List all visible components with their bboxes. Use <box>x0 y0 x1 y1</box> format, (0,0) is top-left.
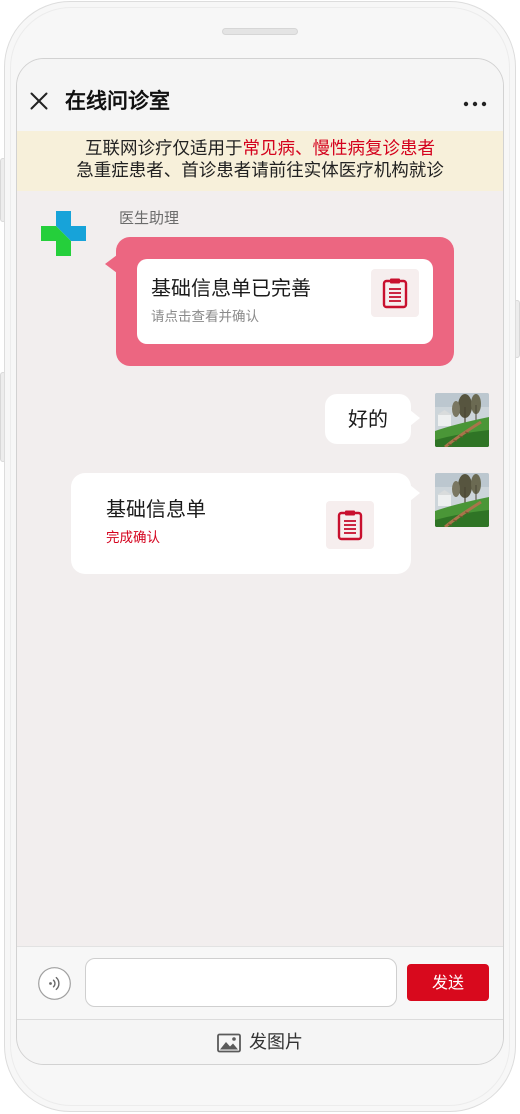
notice-banner: 互联网诊疗仅适用于常见病、慢性病复诊患者 急重症患者、首诊患者请前往实体医疗机构… <box>17 131 503 191</box>
notice-line-2: 急重症患者、首诊患者请前往实体医疗机构就诊 <box>76 161 444 181</box>
document-icon <box>371 269 419 317</box>
card-title: 基础信息单已完善 <box>151 276 311 300</box>
top-nav-bar: 在线问诊室 <box>17 59 503 131</box>
phone-screen: 在线问诊室 互联网诊疗仅适用于常见病、慢性病复诊患者 急重症患者、首诊患者请前往… <box>16 58 504 1065</box>
send-image-label: 发图片 <box>249 1032 303 1053</box>
send-button[interactable]: 发送 <box>407 964 489 1001</box>
medical-cross-logo-icon <box>41 211 86 256</box>
document-icon <box>326 501 374 549</box>
user-reply-bubble: 好的 <box>325 394 420 444</box>
sender-name: 医生助理 <box>119 209 180 227</box>
chat-area[interactable]: 医生助理 基础信息单已完善 请点击查看并确认 好的 基础信息单 完成确认 <box>17 191 503 946</box>
message-input[interactable] <box>85 958 397 1007</box>
card-subtitle: 请点击查看并确认 <box>151 309 259 325</box>
phone-speaker <box>222 28 298 35</box>
info-form-card[interactable]: 基础信息单已完善 请点击查看并确认 <box>137 259 433 344</box>
user-avatar-photo-icon[interactable] <box>435 393 489 447</box>
assistant-message-bubble[interactable]: 基础信息单已完善 请点击查看并确认 <box>105 237 454 366</box>
notice-highlight: 常见病、慢性病复诊患者 <box>242 139 436 159</box>
notice-line-1: 互联网诊疗仅适用于常见病、慢性病复诊患者 <box>17 138 503 160</box>
user-form-card[interactable]: 基础信息单 完成确认 <box>71 473 420 574</box>
image-icon <box>217 1033 241 1053</box>
card-title: 基础信息单 <box>106 497 206 521</box>
more-options-icon[interactable] <box>463 95 487 107</box>
close-icon[interactable] <box>29 91 49 111</box>
page-title: 在线问诊室 <box>65 89 170 113</box>
send-image-button[interactable]: 发图片 <box>17 1019 503 1064</box>
message-composer: 发送 <box>17 946 503 1019</box>
notice-text: 互联网诊疗仅适用于 <box>85 139 243 159</box>
card-status: 完成确认 <box>106 530 160 546</box>
voice-icon[interactable] <box>38 967 71 1000</box>
user-avatar-photo-icon[interactable] <box>435 473 489 527</box>
